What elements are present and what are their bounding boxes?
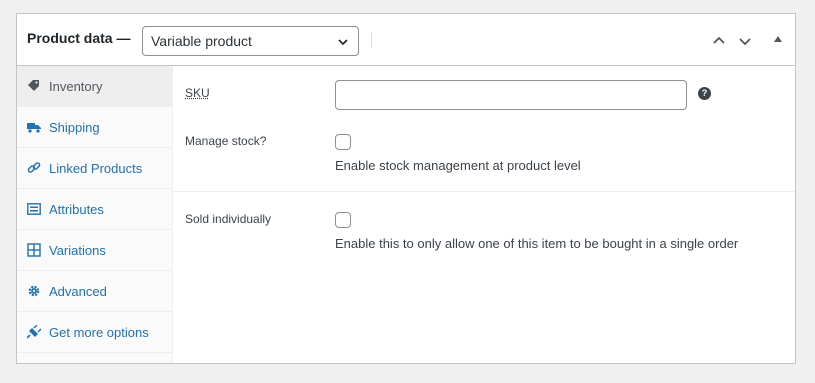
product-data-tabs: Inventory Shipping Linked Products Attri… — [17, 66, 173, 363]
product-type-select[interactable]: Variable product — [142, 26, 359, 56]
plugin-icon — [27, 325, 41, 339]
toggle-panel-icon[interactable] — [774, 36, 782, 42]
tab-variations[interactable]: Variations — [17, 230, 173, 271]
gear-icon — [28, 285, 40, 297]
tab-label: Attributes — [49, 201, 104, 217]
tab-advanced[interactable]: Advanced — [17, 271, 173, 312]
sold-individually-description: Enable this to only allow one of this it… — [335, 236, 739, 251]
tab-get-more-options[interactable]: Get more options — [17, 312, 173, 353]
sku-input[interactable] — [335, 80, 687, 110]
manage-stock-checkbox[interactable] — [335, 134, 351, 150]
truck-icon — [27, 123, 41, 133]
help-icon[interactable]: ? — [698, 87, 711, 100]
sku-label: SKU — [185, 86, 210, 100]
product-type-value: Variable product — [151, 33, 252, 49]
manage-stock-label: Manage stock? — [185, 134, 267, 148]
tag-icon — [28, 80, 39, 91]
tab-label: Inventory — [49, 78, 103, 94]
chevron-up-icon[interactable] — [712, 34, 726, 48]
product-data-panel: Product data — Variable product Inventor… — [16, 13, 796, 364]
manage-stock-description: Enable stock management at product level — [335, 158, 581, 173]
inventory-fields: SKU ? Manage stock? Enable stock managem… — [174, 66, 795, 363]
chevron-down-icon[interactable] — [738, 34, 752, 48]
tab-shipping[interactable]: Shipping — [17, 107, 173, 148]
tab-linked-products[interactable]: Linked Products — [17, 148, 173, 189]
tab-label: Shipping — [49, 119, 100, 135]
tab-label: Get more options — [49, 324, 149, 340]
tab-label: Advanced — [49, 283, 107, 299]
tab-label: Variations — [49, 242, 106, 258]
header-divider — [371, 32, 372, 48]
list-icon — [27, 203, 41, 215]
chevron-down-icon — [338, 39, 348, 46]
link-icon — [27, 162, 41, 173]
tab-label: Linked Products — [49, 160, 143, 176]
stock-field-group: SKU ? Manage stock? Enable stock managem… — [174, 66, 795, 192]
tab-attributes[interactable]: Attributes — [17, 189, 173, 230]
panel-title: Product data — — [27, 30, 131, 46]
panel-header: Product data — Variable product — [17, 14, 795, 66]
grid-icon — [27, 243, 41, 257]
sold-individually-checkbox[interactable] — [335, 212, 351, 228]
sold-individually-label: Sold individually — [185, 212, 272, 226]
tab-inventory[interactable]: Inventory — [17, 66, 173, 107]
